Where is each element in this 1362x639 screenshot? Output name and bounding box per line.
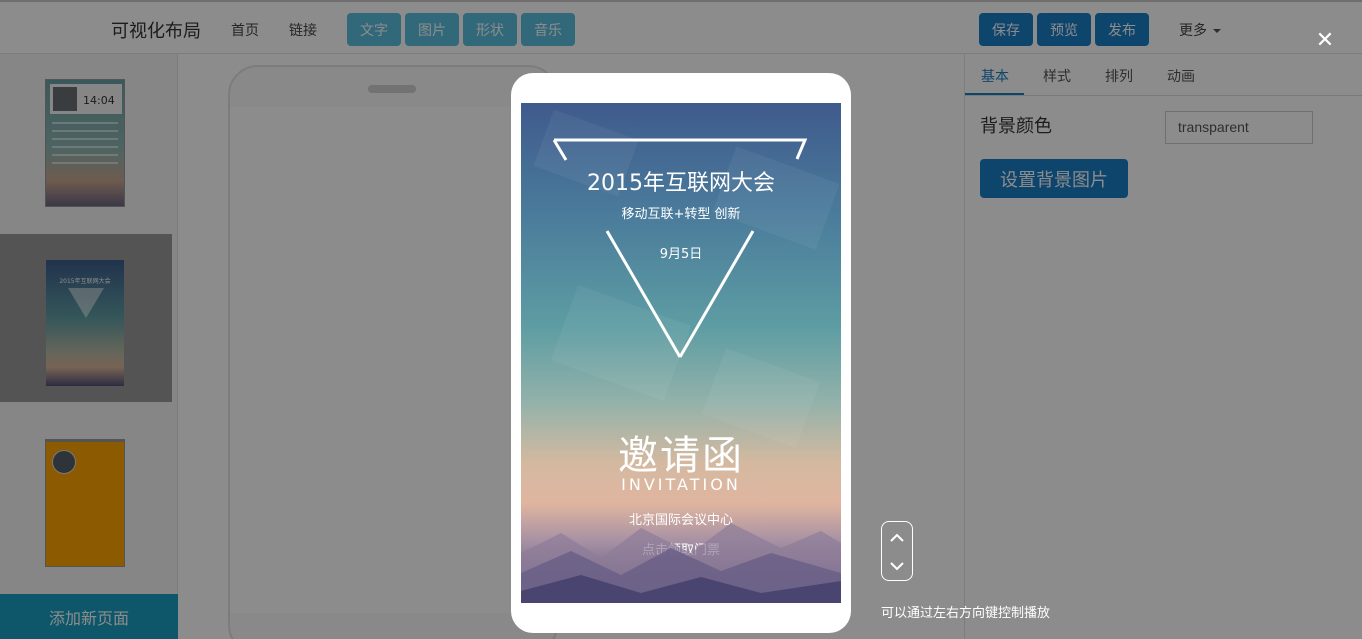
chevron-down-icon[interactable]	[889, 558, 905, 574]
invitation-title-en: INVITATION	[621, 475, 741, 494]
preview-date: 9月5日	[659, 247, 703, 262]
preview-phone-frame: 2015年互联网大会 移动互联+转型 创新 9月5日 邀请函 INVITATIO…	[511, 73, 851, 633]
triangle-left-stub	[552, 139, 568, 161]
chevron-up-icon[interactable]	[889, 530, 905, 546]
preview-subtitle: 移动互联+转型 创新	[621, 207, 741, 222]
invitation-title-cn: 邀请函	[618, 433, 744, 479]
preview-title: 2015年互联网大会	[587, 171, 775, 196]
triangle-top-edge	[554, 138, 808, 160]
preview-screen[interactable]: 2015年互联网大会 移动互联+转型 创新 9月5日 邀请函 INVITATIO…	[521, 103, 841, 603]
mountains-graphic	[521, 523, 841, 603]
close-icon[interactable]: ✕	[1313, 29, 1337, 53]
keyboard-hint: 可以通过左右方向键控制播放	[881, 606, 1051, 621]
page-nav-control	[881, 521, 913, 581]
